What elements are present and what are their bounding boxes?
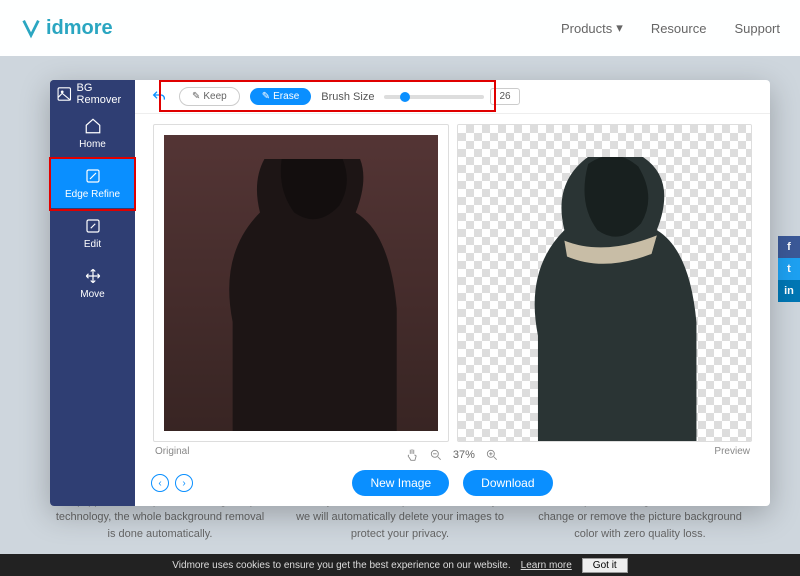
keep-icon: ✎ <box>192 91 200 102</box>
undo-button[interactable] <box>149 87 169 107</box>
brand-text: idmore <box>46 17 113 40</box>
brush-size-slider[interactable] <box>384 95 484 99</box>
new-image-button[interactable]: New Image <box>352 470 449 496</box>
next-image-button[interactable]: › <box>175 474 193 492</box>
home-icon <box>84 117 102 135</box>
brand-logo[interactable]: idmore <box>20 17 113 40</box>
brush-size-label: Brush Size <box>321 91 374 103</box>
nav-resource[interactable]: Resource <box>651 21 707 36</box>
download-button[interactable]: Download <box>463 470 552 496</box>
keep-button[interactable]: ✎ Keep <box>179 87 240 106</box>
erase-icon: ✎ <box>262 91 270 102</box>
cookie-text: Vidmore uses cookies to ensure you get t… <box>172 560 510 571</box>
zoom-in-icon[interactable] <box>485 448 499 462</box>
bottom-actions: ‹ › New Image Download <box>135 462 770 506</box>
editor-main: ✎ Keep ✎ Erase Brush Size 26 <box>135 80 770 506</box>
edit-icon <box>84 217 102 235</box>
image-icon <box>56 85 73 103</box>
edge-refine-icon <box>84 167 102 185</box>
sidebar-item-label: Home <box>79 139 106 150</box>
social-rail: f t in <box>778 236 800 302</box>
erase-button[interactable]: ✎ Erase <box>250 88 312 105</box>
zoom-out-icon[interactable] <box>429 448 443 462</box>
pan-icon[interactable] <box>405 448 419 462</box>
editor-title: BG Remover <box>50 80 135 108</box>
preview-label: Preview <box>714 446 750 462</box>
editor-toolbar: ✎ Keep ✎ Erase Brush Size 26 <box>135 80 770 114</box>
nav-products[interactable]: Products▾ <box>561 20 623 36</box>
move-icon <box>84 267 102 285</box>
facebook-icon[interactable]: f <box>778 236 800 258</box>
panel-labels: Original 37% Preview <box>135 442 770 462</box>
sidebar-item-label: Edit <box>84 239 101 250</box>
brand-icon <box>20 17 42 39</box>
sidebar-item-move[interactable]: Move <box>50 258 135 308</box>
undo-icon <box>151 89 167 105</box>
prev-image-button[interactable]: ‹ <box>151 474 169 492</box>
twitter-icon[interactable]: t <box>778 258 800 280</box>
person-silhouette <box>164 159 438 431</box>
zoom-controls: 37% <box>405 448 499 462</box>
keep-label: Keep <box>203 91 226 102</box>
image-nav: ‹ › <box>151 474 193 492</box>
original-panel[interactable] <box>153 124 449 442</box>
sidebar-item-edge-refine[interactable]: Edge Refine <box>50 158 135 208</box>
cutout-image <box>472 157 736 441</box>
brush-size-value: 26 <box>490 88 519 105</box>
site-header: idmore Products▾ Resource Support <box>0 0 800 56</box>
editor-modal: BG Remover Home Edge Refine Edit Move ✎ … <box>50 80 770 506</box>
original-image <box>164 135 438 431</box>
cookie-banner: Vidmore uses cookies to ensure you get t… <box>0 554 800 576</box>
editor-sidebar: BG Remover Home Edge Refine Edit Move <box>50 80 135 506</box>
slider-thumb[interactable] <box>400 92 410 102</box>
nav-support[interactable]: Support <box>734 21 780 36</box>
sidebar-item-label: Move <box>80 289 104 300</box>
chevron-down-icon: ▾ <box>616 20 623 36</box>
cookie-learn-more[interactable]: Learn more <box>521 560 572 571</box>
sidebar-item-home[interactable]: Home <box>50 108 135 158</box>
canvas-area <box>135 114 770 442</box>
zoom-value: 37% <box>453 449 475 461</box>
sidebar-item-label: Edge Refine <box>65 189 120 200</box>
cookie-accept-button[interactable]: Got it <box>582 558 628 573</box>
preview-panel[interactable] <box>457 124 753 442</box>
sidebar-item-edit[interactable]: Edit <box>50 208 135 258</box>
erase-label: Erase <box>273 91 299 102</box>
original-label: Original <box>155 446 189 462</box>
linkedin-icon[interactable]: in <box>778 280 800 302</box>
